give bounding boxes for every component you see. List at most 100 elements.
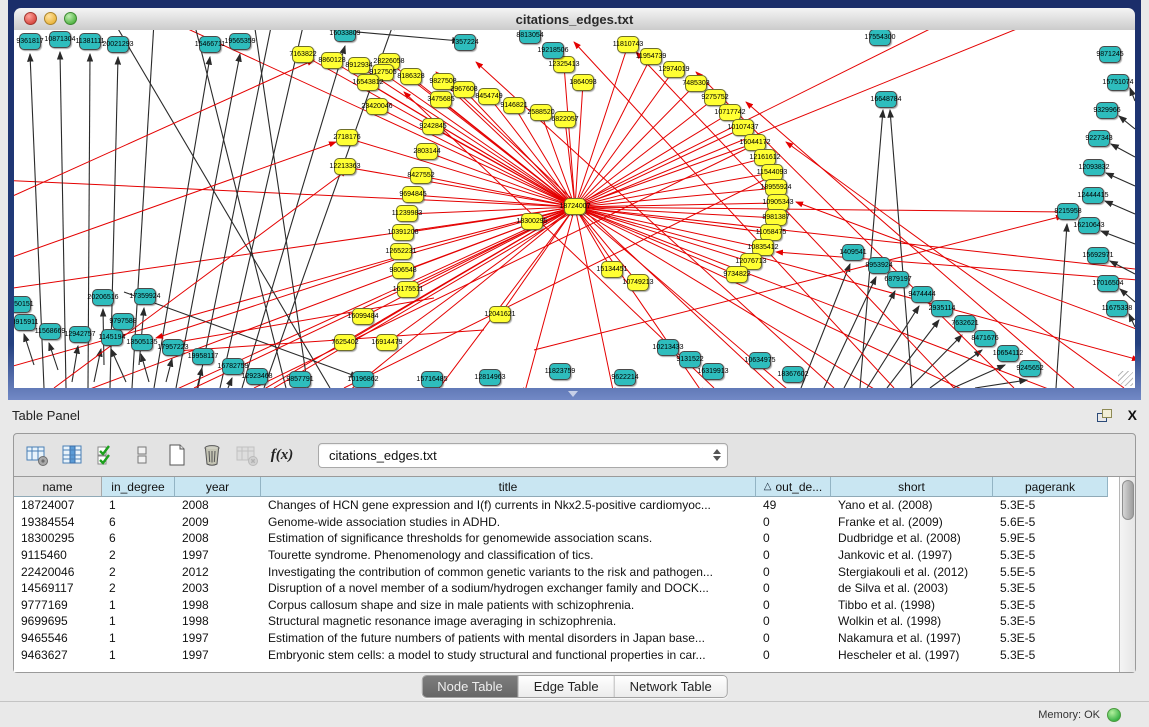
delete-table-button[interactable] [234,442,260,468]
graph-node[interactable]: 18300295 [521,213,543,230]
table-scrollbar[interactable] [1119,477,1135,672]
row-height-button[interactable] [129,442,155,468]
table-row[interactable]: 1938455462009Genome-wide association stu… [14,514,1135,531]
graph-node[interactable]: 15134451 [601,261,623,278]
graph-node[interactable]: 8454749 [478,88,500,105]
network-canvas[interactable]: 7163822886012889129342822605891275051654… [14,30,1135,388]
graph-node[interactable]: 8215958 [1057,203,1079,220]
graph-node[interactable]: 8860128 [321,52,343,69]
graph-node[interactable]: 9329966 [1096,102,1118,119]
network-window[interactable]: citations_edges.txt 7163822 8860128 891293… [14,8,1135,388]
graph-node[interactable]: 12942757 [69,326,91,343]
graph-node[interactable]: 11675338 [1106,300,1128,317]
graph-node[interactable]: 2718176 [336,129,358,146]
tab-node-table[interactable]: Node Table [422,676,519,697]
graph-node[interactable]: 19958117 [192,348,214,365]
graph-node[interactable]: 9694845 [402,186,424,203]
graph-node[interactable]: 20021293 [107,36,129,53]
table-row[interactable]: 977716911998Corpus callosum shape and si… [14,597,1135,614]
function-builder-button[interactable]: f(x) [269,442,295,468]
graph-node[interactable]: 12974019 [663,61,685,78]
graph-node[interactable]: 8186328 [400,68,422,85]
graph-node[interactable]: 8813054 [519,30,541,44]
show-columns-button[interactable] [59,442,85,468]
graph-node[interactable]: 9474444 [911,286,933,303]
graph-node[interactable]: 16648784 [875,91,897,108]
graph-node[interactable]: 12041621 [489,306,511,323]
graph-node[interactable]: 17554300 [869,30,891,46]
graph-node[interactable]: 11823759 [549,363,571,380]
graph-node[interactable]: 7163822 [292,46,314,63]
column-header-name[interactable]: name [14,477,102,497]
zoom-window-icon[interactable] [64,12,77,25]
graph-node[interactable]: 12444415 [1082,187,1104,204]
graph-node[interactable]: 9806548 [392,262,414,279]
graph-node[interactable]: 18367602 [782,366,804,383]
graph-node[interactable]: 11954739 [640,48,662,65]
column-header-year[interactable]: year [175,477,261,497]
graph-node[interactable]: 9245652 [1019,360,1041,377]
network-window-titlebar[interactable]: citations_edges.txt [14,8,1135,31]
graph-node[interactable]: 2588520 [530,104,552,121]
graph-node[interactable]: 9361817 [19,33,41,50]
graph-node[interactable]: 19565359 [229,33,251,50]
graph-node[interactable]: 11381111 [79,33,101,50]
graph-node[interactable]: 16543812 [357,74,379,91]
graph-node[interactable]: 17016504 [1097,275,1119,292]
graph-node[interactable]: 8427552 [410,167,432,184]
close-panel-icon[interactable]: X [1128,408,1137,422]
graph-node[interactable]: 3915911 [14,314,36,331]
graph-node[interactable]: 11810743 [617,36,639,53]
graph-node[interactable]: 2935114 [931,300,953,317]
column-header-in_degree[interactable]: in_degree [102,477,175,497]
graph-node[interactable]: 8912934 [348,57,370,74]
table-row[interactable]: 946362711997Embryonic stem cells: a mode… [14,646,1135,663]
column-header-pagerank[interactable]: pagerank [993,477,1108,497]
graph-node[interactable]: 15716485 [421,371,443,388]
graph-node[interactable]: 8953924 [868,257,890,274]
resize-grip-icon[interactable] [1118,371,1133,386]
minimize-window-icon[interactable] [44,12,57,25]
graph-node[interactable]: 16210643 [1078,217,1100,234]
graph-node[interactable]: 11239983 [396,205,418,222]
delete-column-button[interactable] [199,442,225,468]
select-columns-button[interactable] [94,442,120,468]
graph-node[interactable]: 9242845 [422,118,444,135]
graph-node[interactable]: 2967608 [453,81,475,98]
table-mode-button[interactable] [24,442,50,468]
graph-node[interactable]: 6822057 [554,111,576,128]
graph-node[interactable]: 10391208 [392,224,414,241]
graph-node[interactable]: 16033809 [334,30,356,42]
tab-edge-table[interactable]: Edge Table [519,676,615,697]
splitter-handle[interactable] [568,391,578,397]
table-row[interactable]: 969969511998Structural magnetic resonanc… [14,613,1135,630]
column-header-title[interactable]: title [261,477,756,497]
graph-node[interactable]: 12652231 [390,243,412,260]
graph-node[interactable]: 10871304 [49,31,71,48]
graph-node[interactable]: 16175511 [397,281,419,298]
table-row[interactable]: 911546021997Tourette syndrome. Phenomeno… [14,547,1135,564]
graph-node[interactable]: 16319913 [702,363,724,380]
graph-node[interactable]: 8850151 [14,296,31,313]
graph-node[interactable]: 20206516 [92,289,114,306]
graph-node[interactable]: 6879197 [887,271,909,288]
graph-node[interactable]: 9146821 [503,97,525,114]
graph-node[interactable]: 15692971 [1087,247,1109,264]
graph-node[interactable]: 11568669 [39,323,61,340]
graph-node[interactable]: 17359924 [134,288,156,305]
graph-node[interactable]: 8471676 [974,330,996,347]
graph-node[interactable]: 7485303 [685,75,707,92]
graph-node[interactable]: 15466711 [199,36,221,53]
graph-node[interactable]: 9797588 [112,313,134,330]
table-row[interactable]: 2242004622012Investigating the contribut… [14,563,1135,580]
graph-node[interactable]: 13505135 [131,334,153,351]
tab-network-table[interactable]: Network Table [615,676,727,697]
table-selector-dropdown[interactable]: citations_edges.txt [318,443,728,468]
graph-node[interactable]: 7357224 [454,34,476,51]
graph-node[interactable]: 12814963 [479,369,501,386]
graph-node[interactable]: 9734822 [726,266,748,283]
graph-node[interactable]: 1864093 [572,74,594,91]
graph-node[interactable]: 17957223 [162,339,184,356]
column-header-short[interactable]: short [831,477,993,497]
graph-node[interactable]: 19218506 [542,42,564,59]
